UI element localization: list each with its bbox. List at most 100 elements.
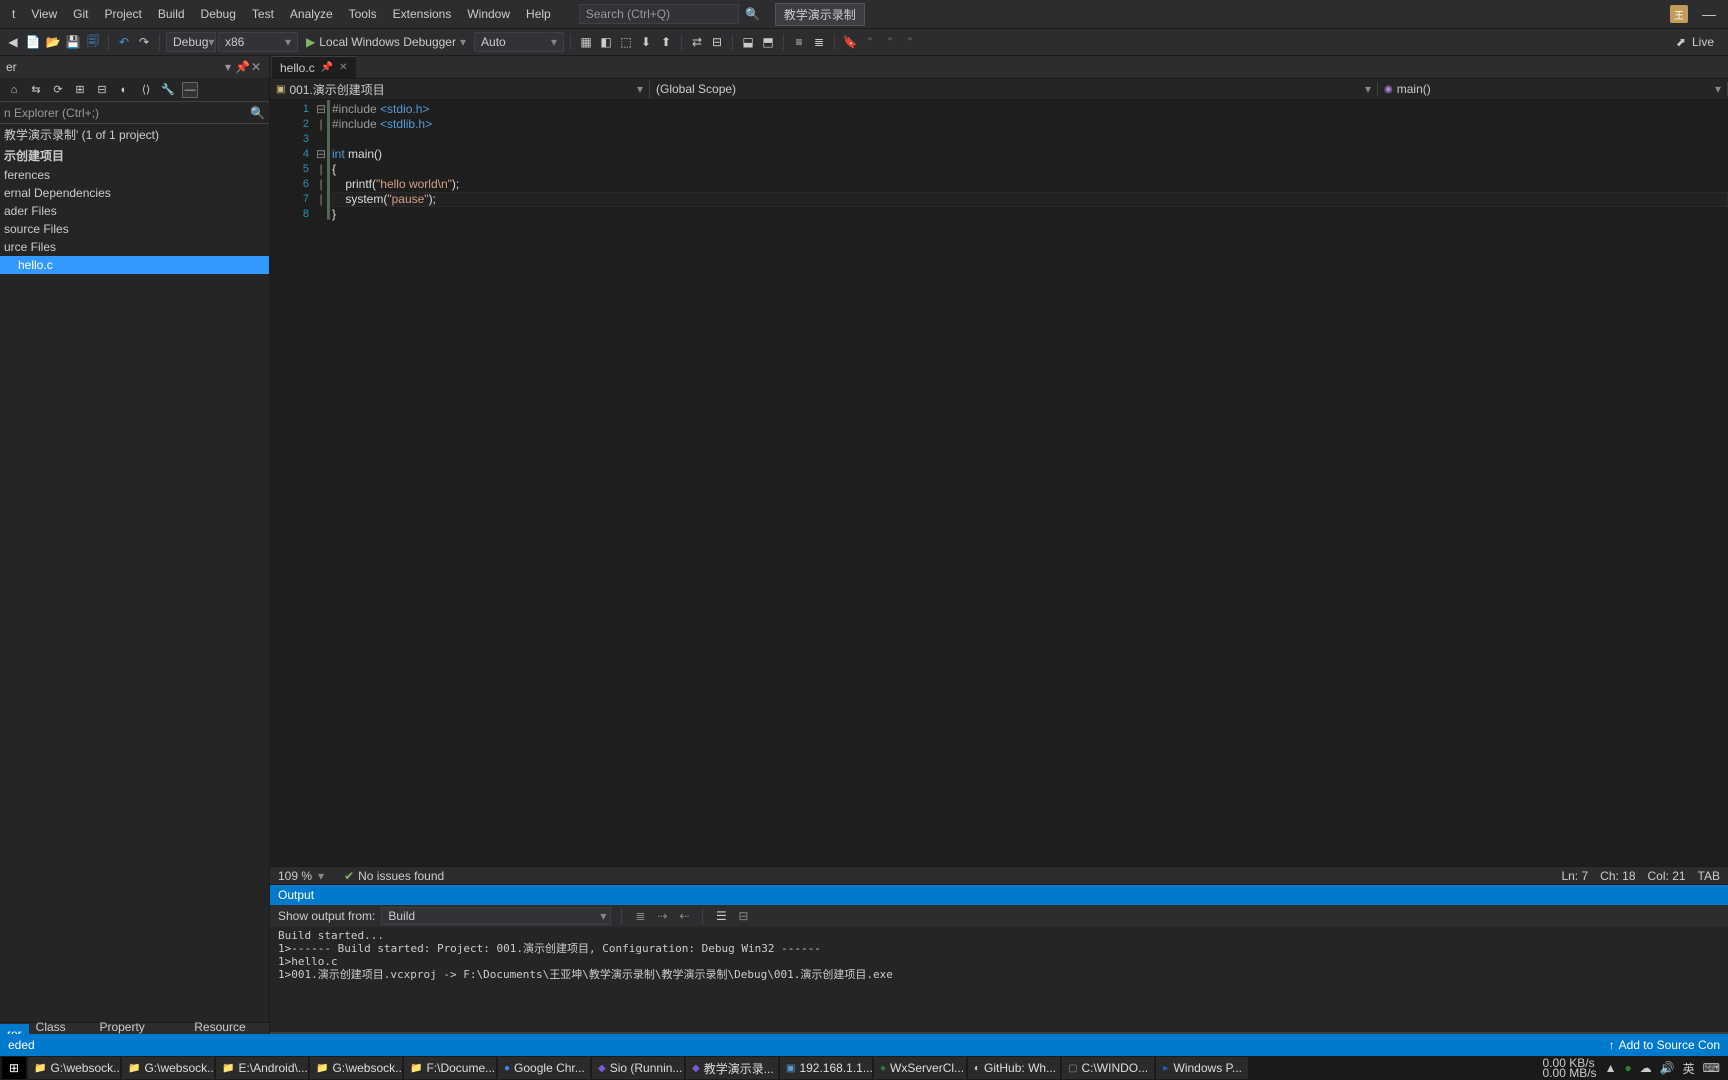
tree-item[interactable]: hello.c [0, 256, 269, 274]
tool-icon[interactable]: ◧ [597, 33, 615, 51]
user-badge[interactable]: 王 [1670, 5, 1688, 23]
issues-label[interactable]: No issues found [358, 869, 444, 883]
tool-icon[interactable]: ▦ [577, 33, 595, 51]
tool-icon[interactable]: ⬆ [657, 33, 675, 51]
nav-scope-select[interactable]: (Global Scope) ▾ [650, 82, 1378, 96]
tool-icon[interactable]: " [861, 33, 879, 51]
tree-item[interactable]: urce Files [0, 238, 269, 256]
taskbar-item[interactable]: 📁G:\websock... [122, 1057, 214, 1079]
menu-t[interactable]: t [4, 3, 23, 25]
start-debug-button[interactable]: ▶Local Windows Debugger ▾ [300, 32, 472, 52]
search-input[interactable]: Search (Ctrl+Q) [579, 4, 739, 24]
save-icon[interactable]: 💾 [64, 33, 82, 51]
taskbar-item[interactable]: ◆教学演示录... [686, 1057, 778, 1079]
save-all-icon[interactable]: 🗐 [84, 33, 102, 51]
tree-item[interactable]: source Files [0, 220, 269, 238]
solution-explorer-search[interactable]: n Explorer (Ctrl+;) 🔍 [0, 102, 269, 124]
solution-tree[interactable]: 教学演示录制' (1 of 1 project)示创建项目ferencesern… [0, 124, 269, 1022]
menu-analyze[interactable]: Analyze [282, 3, 341, 25]
menu-view[interactable]: View [23, 3, 65, 25]
tree-item[interactable]: ferences [0, 166, 269, 184]
taskbar-item[interactable]: ▸Windows P... [1156, 1057, 1248, 1079]
menu-build[interactable]: Build [150, 3, 193, 25]
ime-indicator[interactable]: 英 [1683, 1060, 1695, 1077]
output-tool-icon[interactable]: ⊟ [735, 908, 751, 924]
taskbar-item[interactable]: ◆Sio (Runnin... [592, 1057, 684, 1079]
close-icon[interactable]: ✕ [249, 60, 263, 74]
tool-icon[interactable]: ⬒ [759, 33, 777, 51]
close-icon[interactable]: ✕ [339, 62, 347, 73]
output-tool-icon[interactable]: ⇠ [676, 908, 692, 924]
file-tab[interactable]: hello.c 📌 ✕ [272, 56, 356, 78]
tool-icon[interactable]: ≡ [790, 33, 808, 51]
taskbar-item[interactable]: ▣192.168.1.1... [780, 1057, 872, 1079]
taskbar-item[interactable]: ●WxServerCl... [874, 1057, 966, 1079]
menu-debug[interactable]: Debug [193, 3, 244, 25]
filter-icon[interactable]: ⊞ [72, 82, 88, 98]
menu-help[interactable]: Help [518, 3, 559, 25]
tool-icon[interactable]: ⊟ [708, 33, 726, 51]
tool-icon[interactable]: ⇄ [688, 33, 706, 51]
home-icon[interactable]: ⌂ [6, 82, 22, 98]
open-icon[interactable]: 📂 [44, 33, 62, 51]
start-button[interactable]: ⊞ [2, 1057, 26, 1079]
properties-icon[interactable]: 🔧 [160, 82, 176, 98]
show-all-icon[interactable]: ◐ [116, 82, 132, 98]
add-to-source-control[interactable]: ↑ Add to Source Con [1609, 1038, 1720, 1052]
auto-select[interactable]: Auto ▾ [474, 32, 564, 52]
zoom-level[interactable]: 109 % [278, 869, 312, 883]
taskbar-item[interactable]: 📁G:\websock... [310, 1057, 402, 1079]
minimize-button[interactable]: — [1702, 6, 1716, 22]
live-share-icon[interactable]: ⬈ [1676, 35, 1686, 49]
live-share-label[interactable]: Live [1692, 35, 1714, 49]
output-title[interactable]: Output [270, 885, 1728, 905]
config-select[interactable]: Debug ▾ [166, 32, 216, 52]
tree-item[interactable]: 教学演示录制' (1 of 1 project) [0, 124, 269, 145]
bookmark-icon[interactable]: 🔖 [841, 33, 859, 51]
output-tool-icon[interactable]: ☰ [713, 908, 729, 924]
taskbar-item[interactable]: 📁F:\Docume... [404, 1057, 496, 1079]
wechat-icon[interactable]: ● [1624, 1061, 1631, 1075]
tree-item[interactable]: 示创建项目 [0, 145, 269, 166]
menu-extensions[interactable]: Extensions [385, 3, 460, 25]
taskbar-item[interactable]: ▢C:\WINDO... [1062, 1057, 1154, 1079]
nav-project-select[interactable]: ▣ 001.演示创建项目 ▾ [270, 81, 650, 98]
new-icon[interactable]: 📄 [24, 33, 42, 51]
code-icon[interactable]: ⟨⟩ [138, 82, 154, 98]
sync-icon[interactable]: ⟳ [50, 82, 66, 98]
dropdown-icon[interactable]: ▾ [221, 60, 235, 74]
tool-icon[interactable]: ≣ [810, 33, 828, 51]
preview-icon[interactable]: — [182, 82, 198, 98]
pin-icon[interactable]: 📌 [321, 62, 333, 73]
taskbar-item[interactable]: ◐GitHub: Wh... [968, 1057, 1060, 1079]
menu-test[interactable]: Test [244, 3, 282, 25]
tool-icon[interactable]: ⬓ [739, 33, 757, 51]
output-tool-icon[interactable]: ⇢ [654, 908, 670, 924]
collapse-icon[interactable]: ⊟ [94, 82, 110, 98]
back-icon[interactable]: ◀ [4, 33, 22, 51]
tray-icon[interactable]: ☁ [1640, 1061, 1652, 1075]
menu-git[interactable]: Git [65, 3, 96, 25]
output-text[interactable]: Build started... 1>------ Build started:… [270, 927, 1728, 1032]
nav-func-select[interactable]: ◉ main() ▾ [1378, 82, 1728, 96]
tool-icon[interactable]: ⬇ [637, 33, 655, 51]
pin-icon[interactable]: 📌 [235, 60, 249, 74]
tool-icon[interactable]: ⬚ [617, 33, 635, 51]
menu-window[interactable]: Window [459, 3, 518, 25]
taskbar-item[interactable]: ●Google Chr... [498, 1057, 590, 1079]
tool-icon[interactable]: " [881, 33, 899, 51]
volume-icon[interactable]: 🔊 [1660, 1061, 1675, 1075]
switch-icon[interactable]: ⇆ [28, 82, 44, 98]
tree-item[interactable]: ader Files [0, 202, 269, 220]
redo-icon[interactable]: ↷ [135, 33, 153, 51]
taskbar-item[interactable]: 📁E:\Android\... [216, 1057, 308, 1079]
tool-icon[interactable]: " [901, 33, 919, 51]
undo-icon[interactable]: ↶ [115, 33, 133, 51]
fold-column[interactable]: ⊟|⊟||| [315, 100, 327, 866]
search-icon[interactable]: 🔍 [743, 7, 763, 21]
platform-select[interactable]: x86 ▾ [218, 32, 298, 52]
taskbar-item[interactable]: 📁G:\websock... [28, 1057, 120, 1079]
system-tray[interactable]: 0.00 KB/s 0.00 MB/s ▲ ● ☁ 🔊 英 ⌨ [1543, 1058, 1726, 1078]
tray-icon[interactable]: ⌨ [1703, 1061, 1720, 1075]
tray-icon[interactable]: ▲ [1605, 1061, 1617, 1075]
